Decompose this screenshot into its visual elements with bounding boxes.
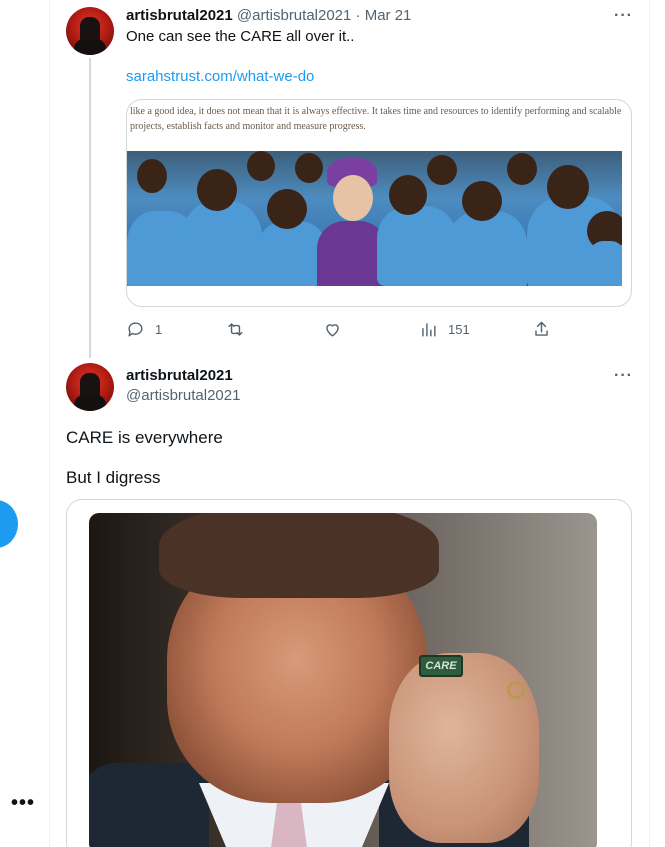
heart-icon <box>326 323 339 337</box>
more-horizontal-icon[interactable]: ••• <box>11 793 35 813</box>
tweet1-handle[interactable]: @artisbrutal2021 <box>237 7 351 24</box>
thread-connector-line <box>89 58 91 358</box>
like-button[interactable] <box>323 318 342 340</box>
care-chip-label: CARE <box>419 655 463 677</box>
tweet2-photo: CARE <box>89 513 597 847</box>
retweet-icon <box>228 322 243 336</box>
share-button[interactable] <box>532 318 551 340</box>
tweet1-header: artisbrutal2021 @artisbrutal2021 · Mar 2… <box>126 6 411 26</box>
reply-button[interactable]: 1 <box>126 318 162 340</box>
tweet2-avatar[interactable] <box>66 363 114 411</box>
views-button[interactable]: 151 <box>419 318 470 340</box>
tweet2-text-line1: CARE is everywhere <box>66 428 223 447</box>
share-icon <box>535 321 548 336</box>
tweet1-separator: · <box>355 7 361 24</box>
tweet1-text: One can see the CARE all over it.. <box>126 28 355 45</box>
retweet-button[interactable] <box>226 318 245 340</box>
reply-count: 1 <box>155 321 163 337</box>
views-count: 151 <box>448 321 470 337</box>
card-snippet: like a good idea, it does not mean that … <box>130 106 622 132</box>
tweet1-display-name[interactable]: artisbrutal2021 <box>126 7 233 24</box>
tweet2-display-name[interactable]: artisbrutal2021 <box>126 366 233 386</box>
tweet2-more-icon[interactable]: ··· <box>614 368 633 384</box>
card-image <box>127 151 622 286</box>
tweet1-avatar[interactable] <box>66 7 114 55</box>
tweet1-more-icon[interactable]: ··· <box>614 8 633 24</box>
compose-fab[interactable] <box>0 500 18 548</box>
column-divider-right <box>649 0 650 847</box>
column-divider-left <box>49 0 50 847</box>
reply-icon <box>128 321 143 337</box>
left-rail: ••• <box>0 0 50 847</box>
tweet2-handle[interactable]: @artisbrutal2021 <box>126 386 240 406</box>
tweet1-link[interactable]: sarahstrust.com/what-we-do <box>126 67 314 87</box>
link-preview-card[interactable]: like a good idea, it does not mean that … <box>126 99 632 307</box>
tweet1-date[interactable]: Mar 21 <box>365 7 412 24</box>
tweet2-media[interactable]: CARE <box>66 499 632 847</box>
tweet1-action-bar: 1 151 <box>126 318 556 340</box>
tweet2-text-line2: But I digress <box>66 468 161 487</box>
views-bar-chart-icon <box>422 322 436 337</box>
